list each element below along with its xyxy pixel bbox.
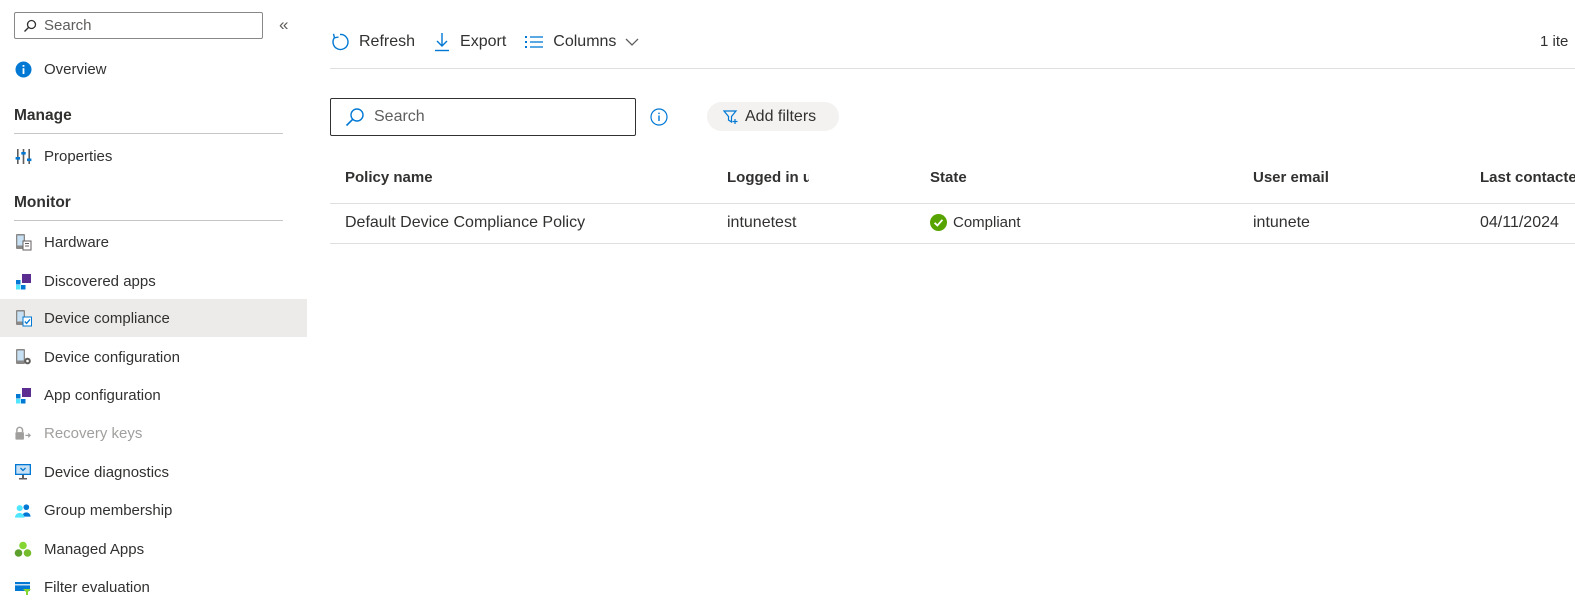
nav-search-placeholder: Search xyxy=(44,17,92,34)
column-header-last-contacted[interactable]: Last contacte xyxy=(1480,169,1575,186)
filter-evaluation-icon xyxy=(14,578,32,596)
nav-item-label: Overview xyxy=(44,60,107,78)
nav-search-input[interactable]: Search xyxy=(14,12,263,39)
header-divider xyxy=(330,203,1575,204)
managed-apps-icon xyxy=(14,540,32,558)
nav-item-label: Device diagnostics xyxy=(44,463,170,481)
nav-item-label: Group membership xyxy=(44,501,173,519)
cell-logged-in-user: intunetest xyxy=(727,214,797,231)
refresh-button[interactable]: Refresh xyxy=(330,32,415,52)
nav-item-overview[interactable]: Overview xyxy=(0,50,307,88)
check-circle-icon xyxy=(930,214,947,231)
nav-item-label: Hardware xyxy=(44,233,110,251)
nav-item-managed-apps[interactable]: Managed Apps xyxy=(0,530,307,568)
device-compliance-icon xyxy=(14,309,32,327)
nav-item-label: Device compliance xyxy=(44,309,170,327)
nav-item-discovered-apps[interactable]: Discovered apps xyxy=(0,262,307,300)
nav-item-label: Device configuration xyxy=(44,348,180,366)
nav-item-filter-evaluation[interactable]: Filter evaluation xyxy=(0,568,307,606)
chevron-down-icon xyxy=(625,38,639,46)
device-diagnostics-icon xyxy=(14,463,32,481)
export-label: Export xyxy=(460,33,507,50)
nav-item-recovery-keys[interactable]: Recovery keys xyxy=(0,414,307,452)
state-label: Compliant xyxy=(953,214,1021,231)
app-configuration-icon xyxy=(14,386,32,404)
cell-state: Compliant xyxy=(930,214,1230,231)
left-nav: Search « Overview Manage Properties Moni… xyxy=(0,0,307,613)
cell-last-contacted: 04/11/2024 xyxy=(1480,214,1559,231)
nav-item-label: Filter evaluation xyxy=(44,578,150,596)
nav-item-hardware[interactable]: Hardware xyxy=(0,223,307,261)
nav-item-label: App configuration xyxy=(44,386,161,404)
refresh-icon xyxy=(332,33,349,51)
export-button[interactable]: Export xyxy=(433,32,506,52)
search-placeholder: Search xyxy=(374,108,425,125)
list-icon xyxy=(525,36,544,48)
columns-label: Columns xyxy=(553,33,617,50)
search-icon xyxy=(345,108,364,127)
nav-item-device-configuration[interactable]: Device configuration xyxy=(0,338,307,376)
column-header-state[interactable]: State xyxy=(930,169,1230,186)
nav-item-label: Properties xyxy=(44,147,113,165)
nav-item-label: Recovery keys xyxy=(44,424,143,442)
info-icon[interactable] xyxy=(650,108,668,131)
nav-item-device-diagnostics[interactable]: Device diagnostics xyxy=(0,453,307,491)
nav-item-label: Discovered apps xyxy=(44,272,156,290)
section-monitor: Monitor xyxy=(14,194,283,221)
search-input[interactable]: Search xyxy=(330,98,636,136)
row-divider xyxy=(330,243,1575,244)
refresh-label: Refresh xyxy=(359,33,416,50)
command-bar: Refresh Export Columns xyxy=(330,24,657,60)
nav-item-app-configuration[interactable]: App configuration xyxy=(0,376,307,414)
column-header-logged-in-user[interactable]: Logged in u xyxy=(727,169,809,186)
add-filters-label: Add filters xyxy=(745,107,817,125)
info-icon xyxy=(14,60,32,78)
nav-item-device-compliance[interactable]: Device compliance xyxy=(0,299,307,337)
properties-icon xyxy=(14,147,32,165)
filter-add-icon xyxy=(723,109,738,124)
discovered-apps-icon xyxy=(14,272,32,290)
column-header-policy-name[interactable]: Policy name xyxy=(345,169,705,186)
column-header-user-email[interactable]: User email xyxy=(1253,169,1453,186)
columns-button[interactable]: Columns xyxy=(524,33,639,51)
cell-user-email: intunete xyxy=(1253,214,1310,231)
add-filters-button[interactable]: Add filters xyxy=(707,102,839,131)
item-count: 1 ite xyxy=(1540,33,1569,50)
device-configuration-icon xyxy=(14,348,32,366)
hardware-icon xyxy=(14,233,32,251)
recovery-keys-icon xyxy=(14,424,32,442)
download-icon xyxy=(435,33,450,52)
group-membership-icon xyxy=(14,501,32,519)
collapse-nav-icon[interactable]: « xyxy=(279,16,288,33)
nav-item-label: Managed Apps xyxy=(44,540,145,558)
nav-item-group-membership[interactable]: Group membership xyxy=(0,491,307,529)
nav-item-properties[interactable]: Properties xyxy=(0,137,307,175)
section-manage: Manage xyxy=(14,107,283,134)
cell-policy-name[interactable]: Default Device Compliance Policy xyxy=(345,214,715,232)
toolbar-divider xyxy=(330,68,1575,69)
search-icon xyxy=(24,19,37,32)
